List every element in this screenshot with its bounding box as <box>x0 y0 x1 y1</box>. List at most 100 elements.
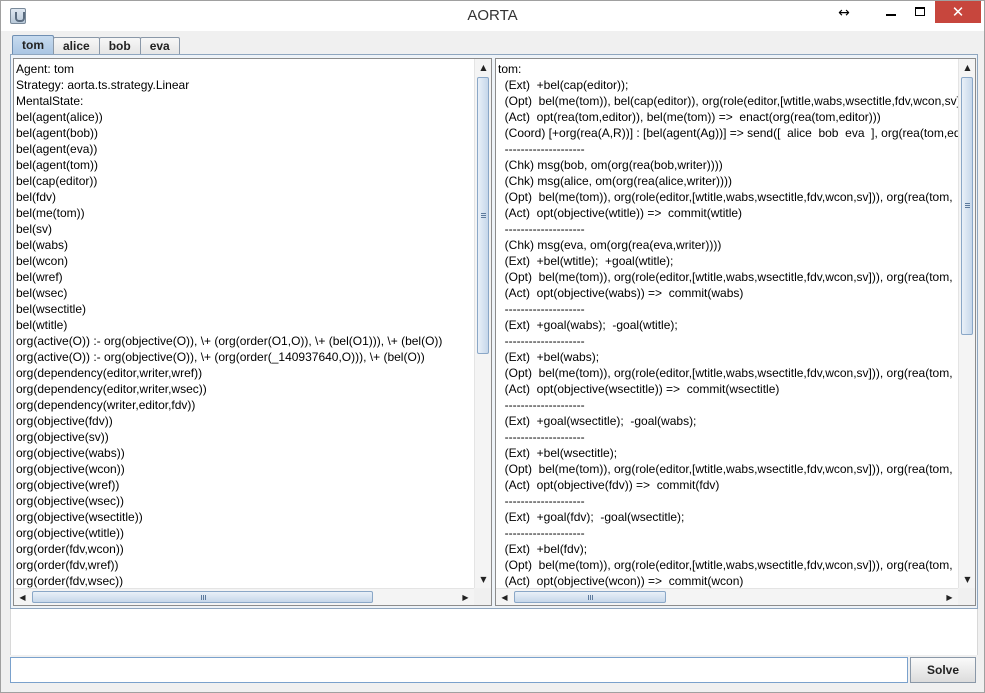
mental-state-line: bel(agent(alice)) <box>16 110 103 124</box>
trace-line: -------------------- <box>498 222 585 236</box>
trace-line: (Opt) bel(me(tom)), org(role(editor,[wti… <box>498 366 953 380</box>
output-area <box>10 609 978 655</box>
trace-text[interactable]: tom: (Ext) +bel(cap(editor)); (Opt) bel(… <box>497 60 958 588</box>
mental-state-line: Strategy: aorta.ts.strategy.Linear <box>16 78 190 92</box>
trace-line: (Opt) bel(me(tom)), org(role(editor,[wti… <box>498 462 953 476</box>
mental-state-line: Agent: tom <box>16 62 75 76</box>
trace-line: (Opt) bel(me(tom)), org(role(editor,[wti… <box>498 190 953 204</box>
trace-line: (Act) opt(rea(tom,editor)), bel(me(tom))… <box>498 110 881 124</box>
title-bar[interactable]: AORTA ↔ ✕ <box>1 1 984 31</box>
left-horizontal-scrollbar[interactable]: ◀ ▶ <box>14 588 474 605</box>
mental-state-line: bel(wsectitle) <box>16 302 87 316</box>
mental-state-line: bel(agent(eva)) <box>16 142 98 156</box>
trace-line: (Chk) msg(alice, om(org(rea(alice,writer… <box>498 174 733 188</box>
mental-state-line: org(objective(wabs)) <box>16 446 125 460</box>
trace-line: (Ext) +bel(wabs); <box>498 350 600 364</box>
right-horizontal-scroll-thumb[interactable] <box>514 591 666 603</box>
main-content: tom alice bob eva Agent: tom Strategy: ao… <box>8 32 979 688</box>
close-icon: ✕ <box>951 3 965 21</box>
trace-line: (Ext) +bel(wtitle); +goal(wtitle); <box>498 254 674 268</box>
tab-eva[interactable]: eva <box>139 37 180 55</box>
mental-state-line: org(active(O)) :- org(objective(O)), \+ … <box>16 350 425 364</box>
grip-icon <box>481 213 486 218</box>
mental-state-line: bel(wabs) <box>16 238 69 252</box>
mental-state-line: org(objective(wcon)) <box>16 462 125 476</box>
scroll-left-arrow-icon[interactable]: ◀ <box>15 590 30 605</box>
resize-cursor-icon: ↔ <box>838 5 850 21</box>
mental-state-text[interactable]: Agent: tom Strategy: aorta.ts.strategy.Li… <box>15 60 474 588</box>
scroll-right-arrow-icon[interactable]: ▶ <box>458 590 473 605</box>
trace-line: (Act) opt(objective(wcon)) => commit(wco… <box>498 574 744 588</box>
mental-state-line: bel(wref) <box>16 270 63 284</box>
maximize-icon <box>915 7 925 16</box>
mental-state-line: org(objective(sv)) <box>16 430 109 444</box>
trace-line: (Chk) msg(bob, om(org(rea(bob,writer)))) <box>498 158 723 172</box>
right-vertical-scroll-thumb[interactable] <box>961 77 973 335</box>
trace-line: (Act) opt(objective(wsectitle)) => commi… <box>498 382 780 396</box>
agent-tabs: tom alice bob eva <box>12 35 180 55</box>
scroll-corner <box>474 588 491 605</box>
trace-line: -------------------- <box>498 526 585 540</box>
trace-line: (Ext) +goal(wsectitle); -goal(wabs); <box>498 414 697 428</box>
trace-line: (Opt) bel(me(tom)), org(role(editor,[wti… <box>498 270 953 284</box>
mental-state-line: bel(fdv) <box>16 190 57 204</box>
mental-state-line: MentalState: <box>16 94 84 108</box>
right-vertical-scrollbar[interactable]: ▲ ▼ <box>958 59 975 588</box>
mental-state-line: org(order(fdv,wcon)) <box>16 542 124 556</box>
trace-line: -------------------- <box>498 494 585 508</box>
mental-state-line: org(objective(wsectitle)) <box>16 510 143 524</box>
right-horizontal-scrollbar[interactable]: ◀ ▶ <box>496 588 958 605</box>
mental-state-line: org(objective(wsec)) <box>16 494 125 508</box>
trace-line: (Opt) bel(me(tom)), org(role(editor,[wti… <box>498 558 953 572</box>
mental-state-line: org(dependency(writer,editor,fdv)) <box>16 398 196 412</box>
trace-line: (Ext) +goal(wabs); -goal(wtitle); <box>498 318 678 332</box>
maximize-button[interactable] <box>903 1 937 23</box>
mental-state-line: bel(agent(tom)) <box>16 158 99 172</box>
tab-alice[interactable]: alice <box>53 37 100 55</box>
close-button[interactable]: ✕ <box>935 1 981 23</box>
trace-line: (Chk) msg(eva, om(org(rea(eva,writer)))) <box>498 238 722 252</box>
trace-line: (Ext) +goal(fdv); -goal(wsectitle); <box>498 510 685 524</box>
trace-line: (Coord) [+org(rea(A,R))] : [bel(agent(Ag… <box>498 126 958 140</box>
minimize-button[interactable] <box>873 1 907 23</box>
trace-line: (Act) opt(objective(wabs)) => commit(wab… <box>498 286 744 300</box>
trace-line: -------------------- <box>498 430 585 444</box>
tab-tom[interactable]: tom <box>12 35 54 55</box>
mental-state-line: org(active(O)) :- org(objective(O)), \+ … <box>16 334 443 348</box>
trace-line: -------------------- <box>498 302 585 316</box>
grip-icon <box>588 595 593 600</box>
left-vertical-scrollbar[interactable]: ▲ ▼ <box>474 59 491 588</box>
mental-state-line: bel(agent(bob)) <box>16 126 99 140</box>
mental-state-line: bel(cap(editor)) <box>16 174 98 188</box>
trace-line: (Ext) +bel(cap(editor)); <box>498 78 629 92</box>
scroll-up-arrow-icon[interactable]: ▲ <box>476 60 491 75</box>
mental-state-line: bel(me(tom)) <box>16 206 85 220</box>
trace-line: (Act) opt(objective(fdv)) => commit(fdv) <box>498 478 720 492</box>
mental-state-line: bel(sv) <box>16 222 53 236</box>
grip-icon <box>965 203 970 208</box>
minimize-icon <box>886 14 896 16</box>
scroll-corner <box>958 588 975 605</box>
left-vertical-scroll-thumb[interactable] <box>477 77 489 354</box>
trace-line: -------------------- <box>498 398 585 412</box>
tab-bob[interactable]: bob <box>98 37 141 55</box>
trace-line: tom: <box>498 62 522 76</box>
mental-state-line: org(order(fdv,wref)) <box>16 558 119 572</box>
solve-button[interactable]: Solve <box>910 657 976 683</box>
mental-state-line: bel(wtitle) <box>16 318 68 332</box>
grip-icon <box>201 595 206 600</box>
command-input[interactable] <box>10 657 908 683</box>
scroll-down-arrow-icon[interactable]: ▼ <box>476 572 491 587</box>
scroll-left-arrow-icon[interactable]: ◀ <box>497 590 512 605</box>
mental-state-line: org(objective(wtitle)) <box>16 526 125 540</box>
mental-state-line: org(dependency(editor,writer,wref)) <box>16 366 203 380</box>
trace-line: (Ext) +bel(wsectitle); <box>498 446 618 460</box>
tab-panel-tom: Agent: tom Strategy: aorta.ts.strategy.Li… <box>10 54 978 609</box>
scroll-right-arrow-icon[interactable]: ▶ <box>942 590 957 605</box>
mental-state-pane: Agent: tom Strategy: aorta.ts.strategy.Li… <box>13 58 492 606</box>
mental-state-line: bel(wcon) <box>16 254 69 268</box>
left-horizontal-scroll-thumb[interactable] <box>32 591 373 603</box>
scroll-up-arrow-icon[interactable]: ▲ <box>960 60 975 75</box>
mental-state-line: org(order(fdv,wsec)) <box>16 574 124 588</box>
scroll-down-arrow-icon[interactable]: ▼ <box>960 572 975 587</box>
